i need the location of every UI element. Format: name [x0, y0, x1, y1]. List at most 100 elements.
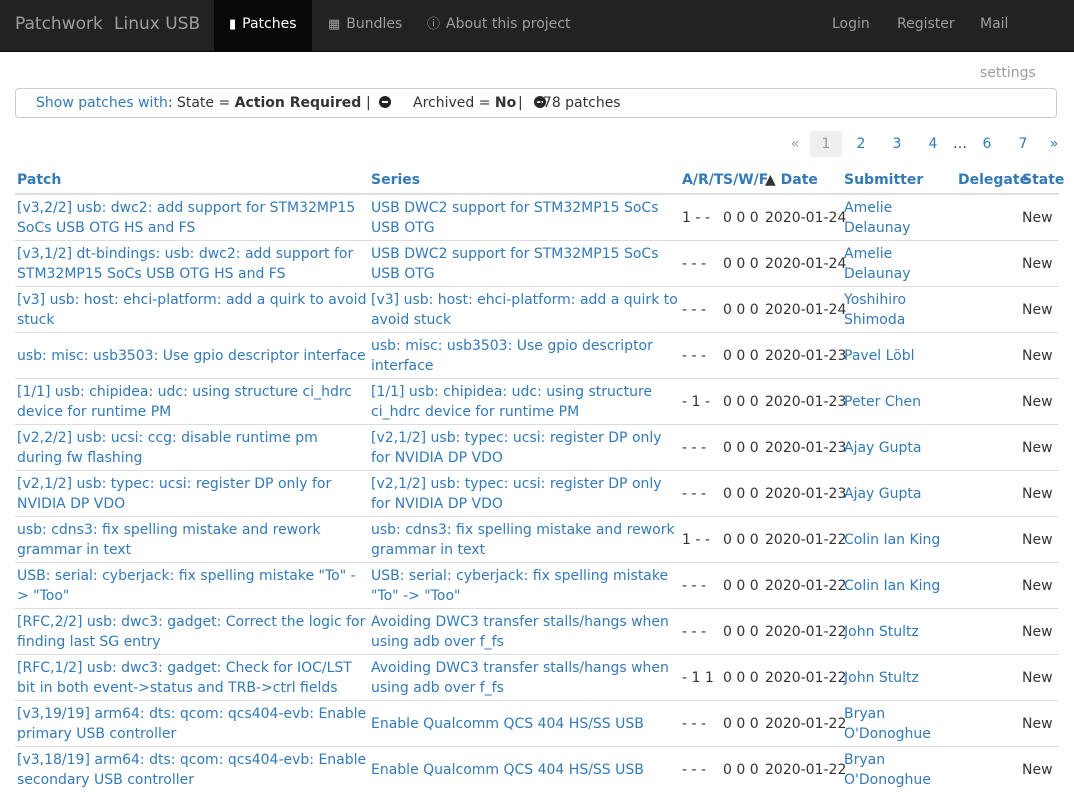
- patch-link[interactable]: [RFC,2/2] usb: dwc3: gadget: Correct the…: [17, 614, 365, 650]
- show-patches-link[interactable]: Show patches with: [36, 95, 168, 111]
- mail-settings-link[interactable]: Mail settings: [965, 0, 1074, 51]
- cell-submitter: Bryan O'Donoghue: [842, 747, 956, 792]
- cell-swf: 0 0 0: [721, 655, 763, 701]
- cell-delegate: [956, 425, 1020, 471]
- art-counts: - - -: [682, 578, 706, 594]
- col-submitter[interactable]: Submitter: [842, 167, 956, 194]
- login-link[interactable]: Login: [817, 0, 885, 51]
- submitter-link[interactable]: Bryan O'Donoghue: [844, 752, 931, 788]
- cell-patch: [v3,18/19] arm64: dts: qcom: qcs404-evb:…: [15, 747, 369, 792]
- series-link[interactable]: Avoiding DWC3 transfer stalls/hangs when…: [371, 614, 669, 650]
- register-link[interactable]: Register: [882, 0, 970, 51]
- series-link[interactable]: [v2,1/2] usb: typec: ucsi: register DP o…: [371, 476, 662, 512]
- submitter-link[interactable]: Ajay Gupta: [844, 486, 921, 502]
- art-counts: - - -: [682, 486, 706, 502]
- series-link[interactable]: [v3] usb: host: ehci-platform: add a qui…: [371, 292, 678, 328]
- table-row: USB: serial: cyberjack: fix spelling mis…: [15, 563, 1059, 609]
- submitter-link[interactable]: Colin Ian King: [844, 578, 940, 594]
- series-link[interactable]: Enable Qualcomm QCS 404 HS/SS USB: [371, 762, 644, 778]
- patch-date: 2020-01-22: [765, 762, 846, 778]
- patch-link[interactable]: [v3,1/2] dt-bindings: usb: dwc2: add sup…: [17, 246, 353, 282]
- series-link[interactable]: usb: misc: usb3503: Use gpio descriptor …: [371, 338, 653, 374]
- cell-art: - - -: [680, 747, 721, 792]
- patch-link[interactable]: [v3] usb: host: ehci-platform: add a qui…: [17, 292, 366, 328]
- pagination-page[interactable]: 6: [973, 131, 1001, 157]
- patch-link[interactable]: usb: cdns3: fix spelling mistake and rew…: [17, 522, 321, 558]
- series-link[interactable]: USB DWC2 support for STM32MP15 SoCs USB …: [371, 246, 659, 282]
- patch-link[interactable]: [RFC,1/2] usb: dwc3: gadget: Check for I…: [17, 660, 352, 696]
- patch-link[interactable]: [v2,1/2] usb: typec: ucsi: register DP o…: [17, 476, 331, 512]
- nav-bundles-label: Bundles: [346, 16, 402, 32]
- patch-date: 2020-01-22: [765, 624, 846, 640]
- remove-state-filter-icon[interactable]: [379, 96, 391, 108]
- cell-submitter: Colin Ian King: [842, 563, 956, 609]
- cell-swf: 0 0 0: [721, 609, 763, 655]
- col-delegate[interactable]: Delegate: [956, 167, 1020, 194]
- submitter-link[interactable]: Colin Ian King: [844, 532, 940, 548]
- cell-delegate: [956, 471, 1020, 517]
- cell-patch: [RFC,2/2] usb: dwc3: gadget: Correct the…: [15, 609, 369, 655]
- cell-submitter: Amelie Delaunay: [842, 194, 956, 241]
- table-row: [RFC,1/2] usb: dwc3: gadget: Check for I…: [15, 655, 1059, 701]
- cell-art: - - -: [680, 425, 721, 471]
- pagination-page[interactable]: 2: [847, 131, 875, 157]
- patch-link[interactable]: [v3,2/2] usb: dwc2: add support for STM3…: [17, 200, 355, 236]
- cell-patch: [v3,2/2] usb: dwc2: add support for STM3…: [15, 194, 369, 241]
- table-row: [v3,2/2] usb: dwc2: add support for STM3…: [15, 194, 1059, 241]
- patch-link[interactable]: [1/1] usb: chipidea: udc: using structur…: [17, 384, 352, 420]
- sort-up-icon: ▲: [765, 172, 776, 188]
- swf-counts: 0 0 0: [723, 578, 759, 594]
- art-counts: - - -: [682, 256, 706, 272]
- pagination-next[interactable]: »: [1043, 131, 1065, 157]
- submitter-link[interactable]: Yoshihiro Shimoda: [844, 292, 906, 328]
- submitter-link[interactable]: Ajay Gupta: [844, 440, 921, 456]
- nav-patches[interactable]: ▮Patches: [214, 0, 312, 51]
- cell-patch: [RFC,1/2] usb: dwc3: gadget: Check for I…: [15, 655, 369, 701]
- patch-date: 2020-01-24: [765, 302, 846, 318]
- submitter-link[interactable]: Amelie Delaunay: [844, 246, 910, 282]
- patch-date: 2020-01-24: [765, 256, 846, 272]
- swf-counts: 0 0 0: [723, 302, 759, 318]
- nav-bundles[interactable]: ▦Bundles: [313, 0, 417, 51]
- patch-link[interactable]: [v3,18/19] arm64: dts: qcom: qcs404-evb:…: [17, 752, 366, 788]
- swf-counts: 0 0 0: [723, 486, 759, 502]
- art-counts: - 1 1: [682, 670, 714, 686]
- patch-link[interactable]: [v2,2/2] usb: ucsi: ccg: disable runtime…: [17, 430, 318, 466]
- cell-delegate: [956, 747, 1020, 792]
- patch-link[interactable]: USB: serial: cyberjack: fix spelling mis…: [17, 568, 356, 604]
- pagination-page[interactable]: 7: [1009, 131, 1037, 157]
- cell-art: - 1 -: [680, 379, 721, 425]
- cell-delegate: [956, 333, 1020, 379]
- patch-link[interactable]: [v3,19/19] arm64: dts: qcom: qcs404-evb:…: [17, 706, 366, 742]
- pagination-page[interactable]: 4: [919, 131, 947, 157]
- series-link[interactable]: [1/1] usb: chipidea: udc: using structur…: [371, 384, 652, 420]
- cell-patch: USB: serial: cyberjack: fix spelling mis…: [15, 563, 369, 609]
- col-swf[interactable]: S/W/F: [721, 167, 763, 194]
- series-link[interactable]: usb: cdns3: fix spelling mistake and rew…: [371, 522, 675, 558]
- col-art[interactable]: A/R/T: [680, 167, 721, 194]
- col-state[interactable]: State: [1020, 167, 1059, 194]
- submitter-link[interactable]: Pavel Löbl: [844, 348, 915, 364]
- col-patch[interactable]: Patch: [15, 167, 369, 194]
- series-link[interactable]: [v2,1/2] usb: typec: ucsi: register DP o…: [371, 430, 662, 466]
- submitter-link[interactable]: Amelie Delaunay: [844, 200, 910, 236]
- patch-date: 2020-01-23: [765, 394, 846, 410]
- series-link[interactable]: Avoiding DWC3 transfer stalls/hangs when…: [371, 660, 669, 696]
- pagination-page[interactable]: 3: [883, 131, 911, 157]
- pagination-prev: «: [784, 131, 806, 157]
- series-link[interactable]: Enable Qualcomm QCS 404 HS/SS USB: [371, 716, 644, 732]
- col-series[interactable]: Series: [369, 167, 680, 194]
- series-link[interactable]: USB: serial: cyberjack: fix spelling mis…: [371, 568, 668, 604]
- series-link[interactable]: USB DWC2 support for STM32MP15 SoCs USB …: [371, 200, 659, 236]
- project-link[interactable]: Linux USB: [114, 14, 200, 34]
- nav-about[interactable]: ⓘAbout this project: [412, 0, 585, 51]
- patch-date: 2020-01-23: [765, 348, 846, 364]
- submitter-link[interactable]: Peter Chen: [844, 394, 921, 410]
- col-date[interactable]: ▲ Date: [763, 167, 842, 194]
- patch-link[interactable]: usb: misc: usb3503: Use gpio descriptor …: [17, 348, 366, 364]
- brand-link[interactable]: Patchwork: [15, 14, 103, 34]
- submitter-link[interactable]: Bryan O'Donoghue: [844, 706, 931, 742]
- submitter-link[interactable]: John Stultz: [844, 624, 919, 640]
- submitter-link[interactable]: John Stultz: [844, 670, 919, 686]
- cell-delegate: [956, 517, 1020, 563]
